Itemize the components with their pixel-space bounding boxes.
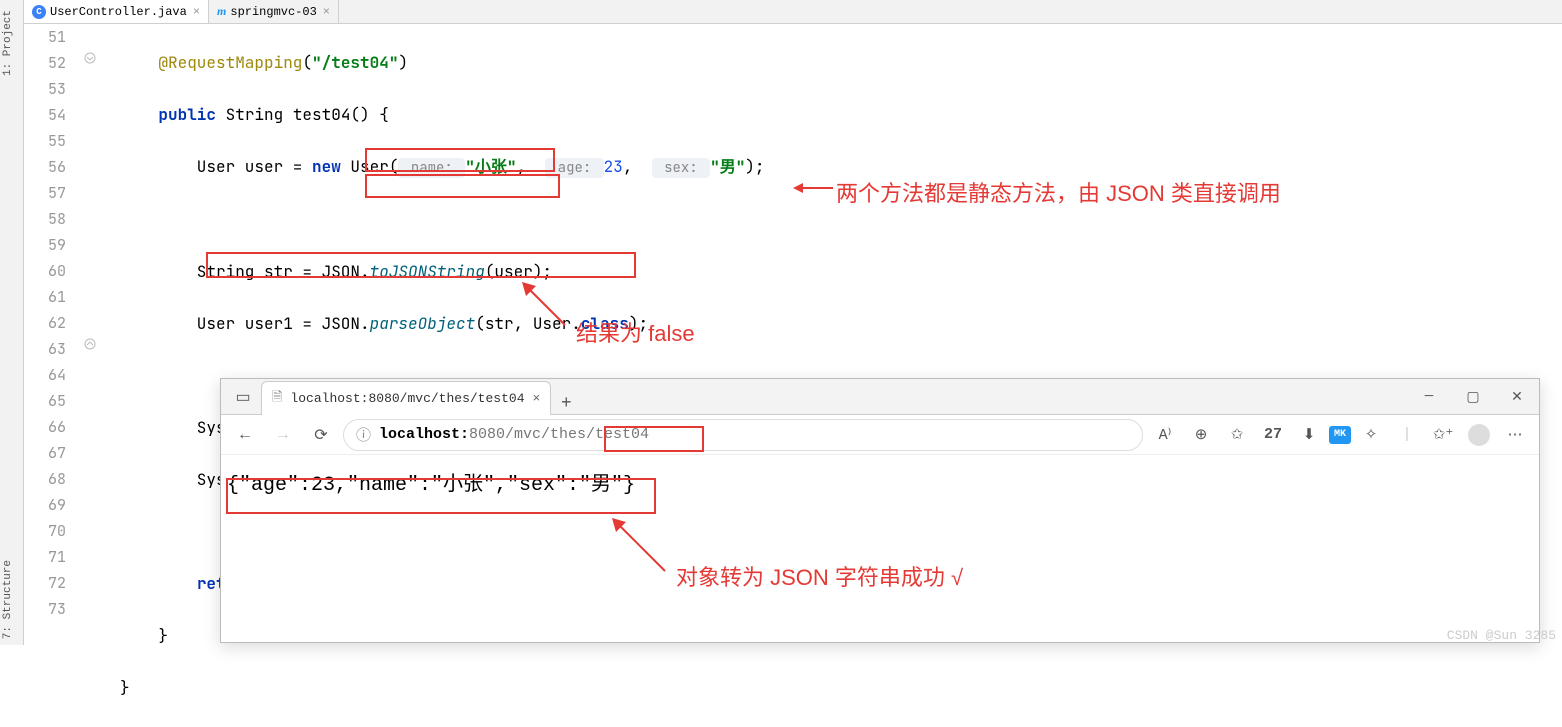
profile-icon[interactable] — [1463, 419, 1495, 451]
highlight-println-compare — [206, 252, 636, 278]
read-aloud-icon[interactable]: A⁾ — [1149, 419, 1181, 451]
close-window-icon[interactable]: ✕ — [1495, 380, 1539, 414]
close-icon[interactable]: × — [533, 391, 541, 406]
maven-module-icon: m — [217, 4, 226, 19]
browser-tab[interactable]: 🗎 localhost:8080/mvc/thes/test04 × — [261, 381, 551, 415]
highlight-parseobject — [365, 174, 560, 198]
highlight-url-path — [604, 426, 704, 452]
watermark: CSDN @Sun 3285 — [1447, 628, 1556, 643]
annotation-static-methods: 两个方法都是静态方法，由 JSON 类直接调用 — [836, 176, 1281, 208]
site-info-icon[interactable]: ⓘ — [356, 424, 371, 445]
annotation-result-false: 结果为 false — [576, 316, 695, 348]
separator: | — [1391, 419, 1423, 451]
window-controls: ─ ▢ ✕ — [1407, 380, 1539, 414]
annotation-json-success: 对象转为 JSON 字符串成功 √ — [676, 560, 963, 592]
address-bar[interactable]: ⓘ localhost:8080/mvc/thes/test04 — [343, 419, 1143, 451]
downloads-icon[interactable]: ⬇ — [1293, 419, 1325, 451]
highlight-tojsonstring — [365, 148, 555, 172]
browser-tab-title: localhost:8080/mvc/thes/test04 — [290, 391, 524, 406]
back-button[interactable]: ← — [229, 419, 261, 451]
editor-tab-label: springmvc-03 — [230, 5, 316, 19]
editor-tab-bar: C UserController.java × m springmvc-03 × — [24, 0, 1562, 24]
editor-tab-label: UserController.java — [50, 5, 187, 19]
badge-count[interactable]: 27 — [1257, 419, 1289, 451]
refresh-button[interactable]: ⟳ — [305, 419, 337, 451]
close-icon[interactable]: × — [193, 5, 200, 19]
editor-tab-springmvc[interactable]: m springmvc-03 × — [209, 0, 339, 23]
collections-icon[interactable]: ✩⁺ — [1427, 419, 1459, 451]
more-icon[interactable]: ⋯ — [1499, 419, 1531, 451]
page-icon: 🗎 — [272, 388, 282, 410]
favorite-icon[interactable]: ✩ — [1221, 419, 1253, 451]
maximize-icon[interactable]: ▢ — [1451, 380, 1495, 414]
browser-tab-bar: ▭ 🗎 localhost:8080/mvc/thes/test04 × + ─… — [221, 379, 1539, 415]
editor-tab-usercontroller[interactable]: C UserController.java × — [24, 0, 209, 23]
browser-toolbar: ← → ⟳ ⓘ localhost:8080/mvc/thes/test04 A… — [221, 415, 1539, 455]
tab-actions-icon[interactable]: ▭ — [225, 380, 261, 414]
close-icon[interactable]: × — [323, 5, 330, 19]
line-number-gutter: 5152535455565758596061626364656667686970… — [24, 24, 84, 645]
zoom-icon[interactable]: ⊕ — [1185, 419, 1217, 451]
tool-window-strip: 1: Project 7: Structure — [0, 0, 24, 645]
forward-button[interactable]: → — [267, 419, 299, 451]
project-tool-tab[interactable]: 1: Project — [2, 10, 14, 76]
structure-tool-tab[interactable]: 7: Structure — [2, 560, 14, 639]
method-fold-icon[interactable] — [84, 52, 96, 64]
extension-mk-icon[interactable]: MK — [1329, 426, 1351, 444]
new-tab-button[interactable]: + — [551, 394, 581, 414]
java-class-icon: C — [32, 5, 46, 19]
method-fold-end-icon[interactable] — [84, 338, 96, 350]
highlight-json-output — [226, 478, 656, 514]
minimize-icon[interactable]: ─ — [1407, 380, 1451, 414]
extensions-icon[interactable]: ✧ — [1355, 419, 1387, 451]
